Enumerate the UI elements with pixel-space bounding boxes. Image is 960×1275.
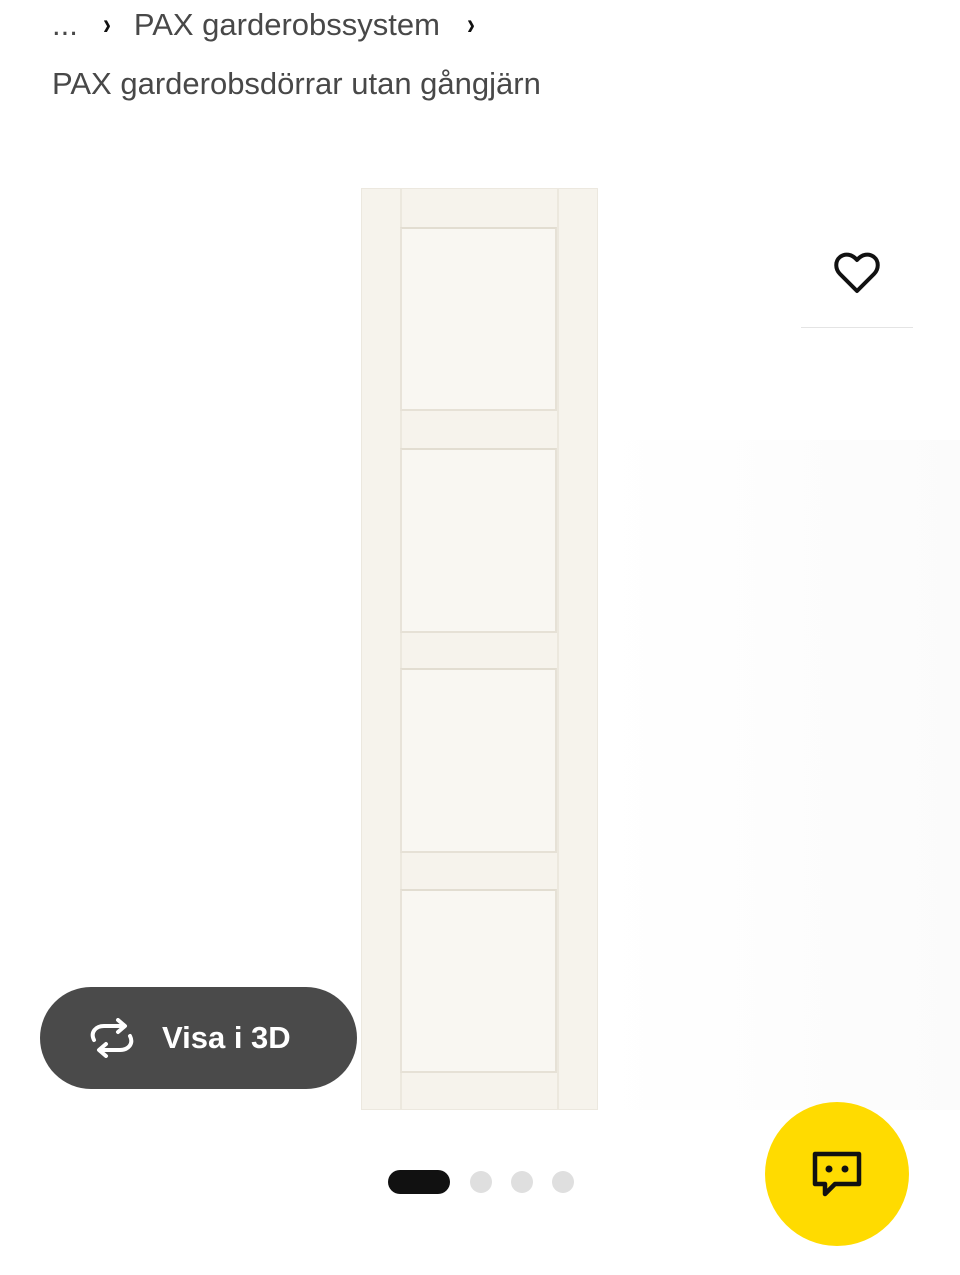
product-image[interactable] (361, 188, 598, 1110)
carousel-dot-1[interactable] (388, 1170, 450, 1194)
view-in-3d-button[interactable]: Visa i 3D (40, 987, 357, 1089)
door-panel (400, 448, 557, 633)
breadcrumb-item-pax-garderobssystem[interactable]: PAX garderobssystem (134, 7, 440, 43)
favourite-divider (801, 327, 913, 328)
door-stile-right (557, 189, 559, 1109)
door-panel (400, 668, 557, 853)
carousel-dot-4[interactable] (552, 1171, 574, 1193)
chat-bubble-icon (812, 1151, 862, 1197)
chat-button[interactable] (765, 1102, 909, 1246)
breadcrumb-separator: › (102, 8, 111, 41)
breadcrumb-separator: › (466, 8, 475, 41)
carousel-dot-2[interactable] (470, 1171, 492, 1193)
heart-outline-icon (834, 252, 880, 293)
page-title: PAX garderobsdörrar utan gångjärn (52, 66, 541, 101)
gallery-background (600, 440, 960, 1110)
carousel-dot-3[interactable] (511, 1171, 533, 1193)
carousel-indicator (388, 1170, 574, 1194)
breadcrumb-ellipsis[interactable]: ... (52, 7, 78, 43)
breadcrumb: ... › PAX garderobssystem › (52, 4, 498, 46)
door-panel (400, 889, 557, 1073)
favourite-button[interactable] (826, 242, 888, 304)
door-panel (400, 227, 557, 411)
rotate-3d-icon (90, 1018, 134, 1058)
view-in-3d-label: Visa i 3D (162, 1020, 291, 1055)
